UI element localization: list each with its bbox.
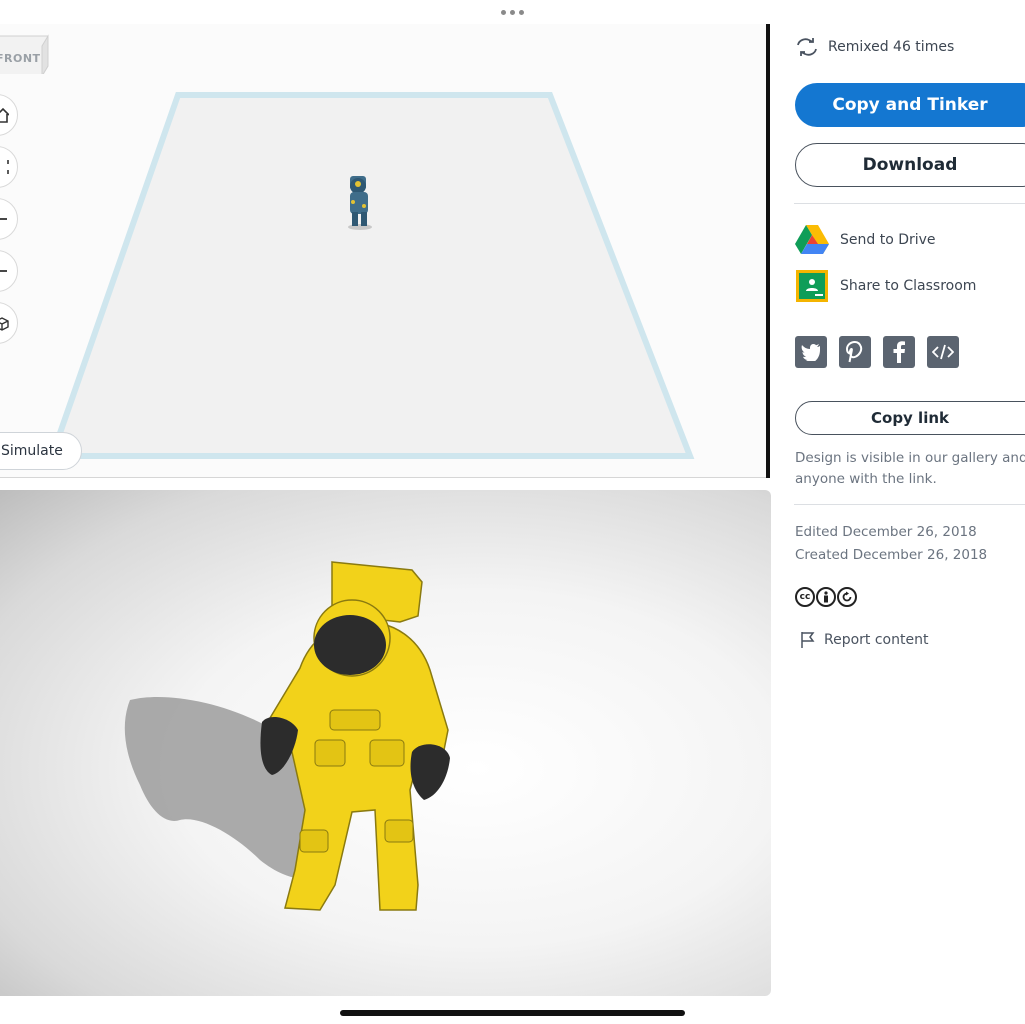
twitter-share-button[interactable]	[795, 336, 827, 368]
created-date: Created December 26, 2018	[795, 547, 988, 563]
pinterest-share-button[interactable]	[839, 336, 871, 368]
copy-link-label: Copy link	[871, 409, 949, 427]
workplane-grid	[47, 92, 695, 459]
send-to-drive-button[interactable]: Send to Drive	[794, 222, 936, 258]
fit-all-icon	[0, 159, 9, 175]
google-classroom-icon	[796, 270, 828, 302]
view-cube[interactable]: FRONT	[0, 26, 58, 78]
share-to-classroom-label: Share to Classroom	[840, 278, 977, 294]
edited-date: Edited December 26, 2018	[795, 524, 977, 540]
twitter-icon	[801, 344, 820, 361]
flag-icon	[801, 632, 815, 648]
by-icon	[816, 587, 836, 607]
remix-count-text: Remixed 46 times	[828, 39, 955, 55]
sa-icon	[837, 587, 857, 607]
copy-and-tinker-label: Copy and Tinker	[832, 95, 988, 115]
view-cube-shape	[0, 34, 49, 78]
license-badge[interactable]: cc	[795, 587, 858, 607]
design-details-panel: Remixed 46 times Copy and Tinker Downloa…	[794, 24, 1025, 1024]
simulate-button[interactable]: Simulate	[0, 432, 82, 470]
multitask-handle[interactable]	[0, 0, 1025, 24]
copy-and-tinker-button[interactable]: Copy and Tinker	[795, 83, 1025, 127]
view-cube-label: FRONT	[0, 52, 41, 65]
send-to-drive-label: Send to Drive	[840, 232, 936, 248]
divider	[794, 504, 1025, 505]
pinterest-icon	[846, 341, 863, 363]
perspective-icon	[0, 317, 9, 331]
report-content-label: Report content	[824, 632, 929, 648]
zoom-out-icon	[0, 270, 7, 272]
download-button[interactable]: Download	[795, 143, 1025, 187]
visibility-note: Design is visible in our gallery and any…	[795, 450, 1025, 487]
copy-link-button[interactable]: Copy link	[795, 401, 1025, 435]
panel-divider	[766, 24, 770, 478]
cc-icon: cc	[795, 587, 815, 607]
remix-count: Remixed 46 times	[794, 36, 954, 58]
astronaut-render	[124, 561, 450, 911]
download-label: Download	[862, 155, 958, 175]
share-to-classroom-button[interactable]: Share to Classroom	[794, 268, 976, 304]
divider	[794, 203, 1025, 204]
google-drive-icon	[795, 225, 829, 254]
simulate-label: Simulate	[1, 443, 63, 459]
facebook-icon	[893, 341, 905, 363]
embed-icon	[932, 344, 954, 360]
home-view-icon	[0, 107, 9, 123]
embed-share-button[interactable]	[927, 336, 959, 368]
workplane-view[interactable]: FRONT Simulate	[0, 24, 766, 478]
remix-icon	[797, 38, 817, 56]
zoom-in-icon	[0, 218, 7, 220]
render-view[interactable]	[0, 490, 771, 996]
home-indicator[interactable]	[340, 1010, 685, 1016]
facebook-share-button[interactable]	[883, 336, 915, 368]
report-content-link[interactable]: Report content	[800, 631, 928, 649]
social-share-row	[795, 336, 971, 368]
